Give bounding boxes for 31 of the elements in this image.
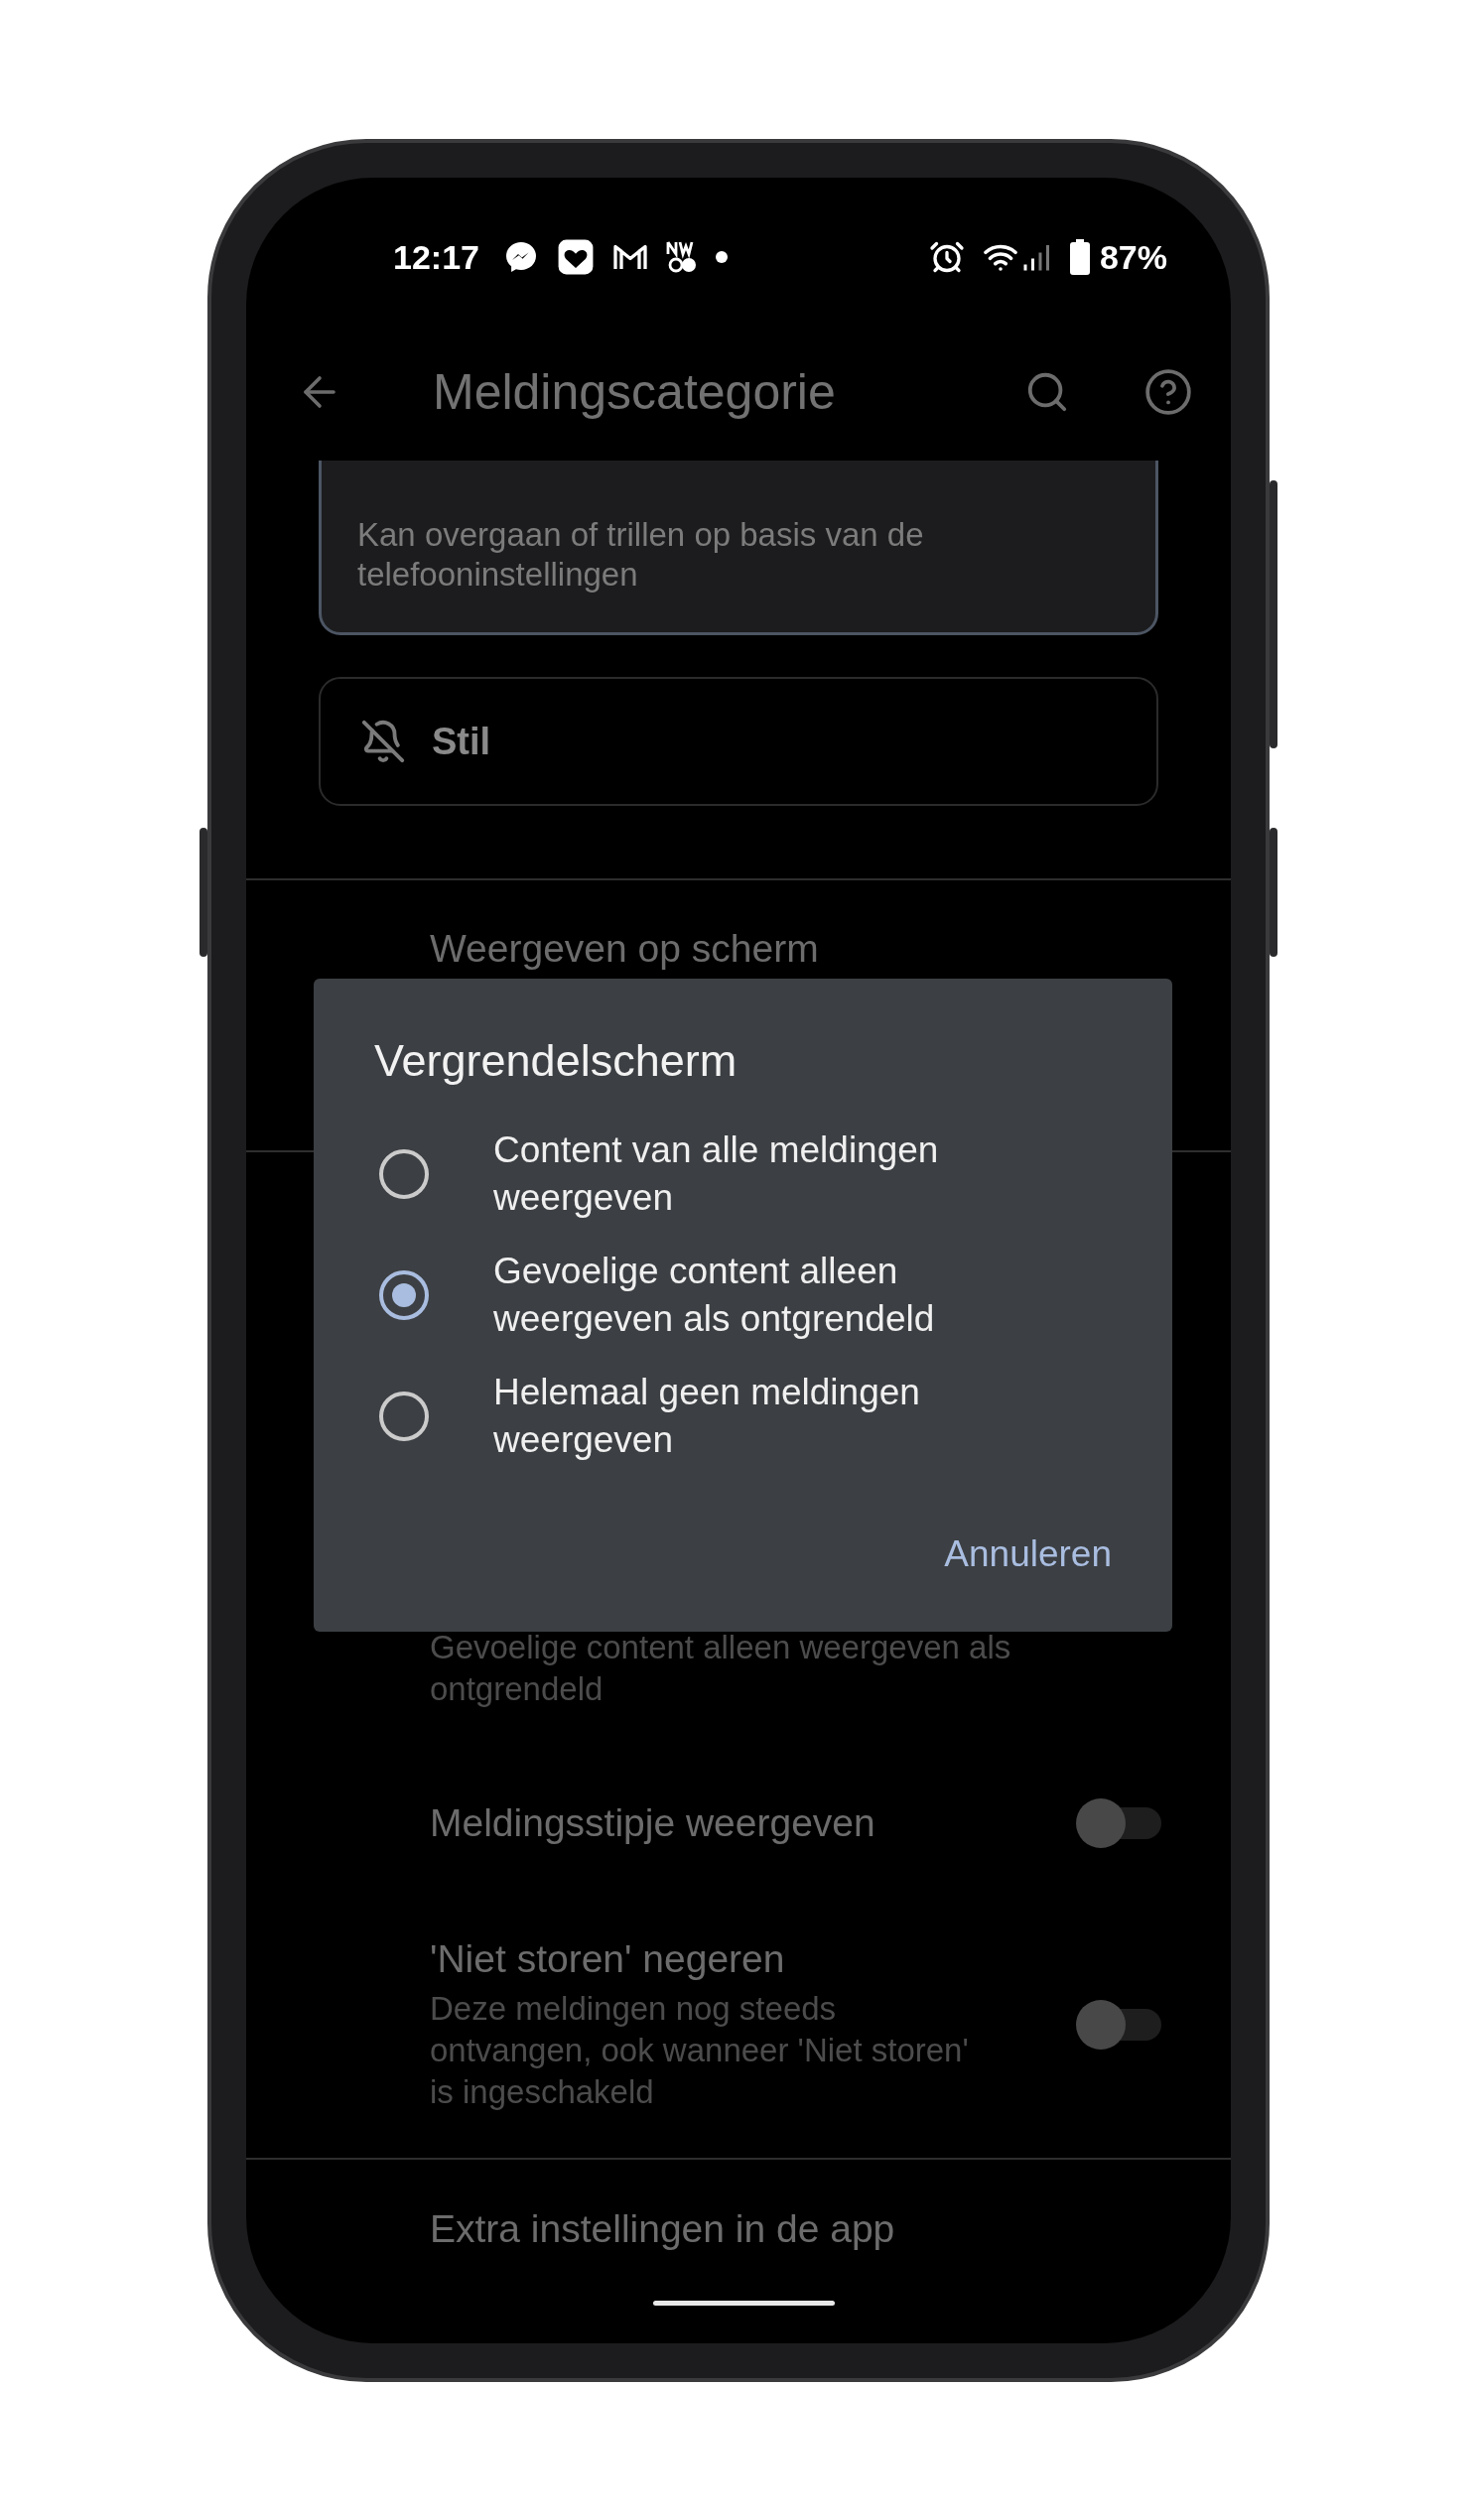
radio-label[interactable]: Content van alle meldingen weergeven [493,1127,1049,1222]
setting-title: Meldingsstipje weergeven [430,1800,876,1846]
radio-button[interactable] [379,1270,429,1320]
setting-title: Weergeven op scherm [430,926,820,972]
setting-description: Gevoelige content alleen weergeven als ontgrendeld [430,1628,1012,1709]
page-title: Meldingscategorie [433,362,837,421]
help-button[interactable] [1143,366,1193,417]
bell-off-icon [360,719,406,764]
mail-icon [611,242,648,272]
option-description: Kan overgaan of trillen op basis van de telefooninstellingen [356,515,925,595]
cancel-button[interactable]: Annuleren [944,1525,1112,1584]
toggle-switch[interactable] [1076,1798,1161,1848]
clock-time: 12:17 [393,237,479,277]
battery-icon [1069,239,1090,275]
option-card[interactable]: Stil [319,677,1158,806]
setting-title: Extra instellingen in de app [430,2206,896,2252]
alarm-icon [928,239,965,275]
dialog-title: Vergrendelscherm [374,1038,738,1084]
radio-label[interactable]: Helemaal geen meldingen weergeven [493,1369,1049,1464]
setting-title: 'Niet storen' negeren [430,1936,786,1982]
battery-percentage: 87% [1099,237,1167,277]
radio-button[interactable] [379,1392,429,1441]
toggle-switch[interactable] [1076,2000,1161,2050]
radio-button[interactable] [379,1149,429,1199]
radio-label[interactable]: Gevoelige content alleen weergeven als ontgrendeld [493,1248,1049,1343]
signal-icon [1021,242,1052,272]
app-logo-icon [665,240,698,274]
setting-description: Deze meldingen nog steeds ontvangen, ook wanneer 'Niet storen' is ingeschakeld [430,1989,970,2112]
dot-icon [715,251,728,263]
option-card[interactable]: Kan overgaan of trillen op basis van de telefooninstellingen [319,461,1158,635]
option-label: Stil [432,720,491,763]
